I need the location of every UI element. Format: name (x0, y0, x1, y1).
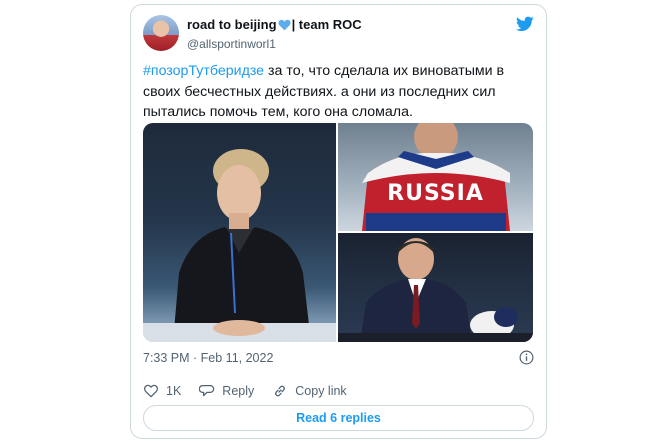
reply-label: Reply (222, 384, 255, 398)
read-replies-button[interactable]: Read 6 replies (143, 405, 534, 431)
tweet-card[interactable]: road to beijing | team ROC @allsportinwo… (130, 4, 547, 439)
hashtag-link[interactable]: #позорТутберидзе (143, 63, 264, 79)
twitter-bird-icon[interactable] (516, 16, 534, 32)
avatar[interactable] (143, 15, 179, 51)
like-button[interactable]: 1K (143, 383, 181, 399)
info-icon[interactable] (519, 350, 534, 365)
link-icon (275, 385, 286, 397)
media-grid: RUSSIA (143, 123, 533, 342)
copy-link-button[interactable]: Copy link (272, 383, 347, 399)
russia-jacket-text: RUSSIA (387, 181, 484, 206)
author-handle[interactable]: @allsportinworl1 (187, 37, 362, 51)
photo-man-jacket (143, 149, 336, 342)
reply-button[interactable]: Reply (199, 383, 254, 399)
copy-link-label: Copy link (295, 384, 347, 398)
display-name-part2: | team ROC (291, 17, 362, 32)
photo-russia-jacket (362, 123, 510, 231)
author-info: road to beijing | team ROC @allsportinwo… (187, 16, 362, 51)
media-photo-right-top[interactable]: RUSSIA (338, 123, 533, 231)
tweet-header: road to beijing | team ROC @allsportinwo… (143, 15, 534, 51)
display-name-part1: road to beijing (187, 17, 277, 32)
timestamp[interactable]: 7:33 PM · Feb 11, 2022 (143, 351, 273, 365)
heart-icon (144, 384, 158, 398)
media-photo-left[interactable] (143, 123, 336, 342)
blue-heart-icon (278, 19, 291, 30)
photo-man-suit (338, 238, 533, 342)
action-bar: 1K Reply Copy link (143, 381, 365, 401)
like-count: 1K (166, 384, 182, 398)
media-photo-right-bottom[interactable] (338, 233, 533, 342)
display-name[interactable]: road to beijing | team ROC (187, 17, 362, 32)
reply-bubble-icon (199, 385, 215, 397)
tweet-text: #позорТутберидзе за то, что сделала их в… (143, 61, 538, 123)
